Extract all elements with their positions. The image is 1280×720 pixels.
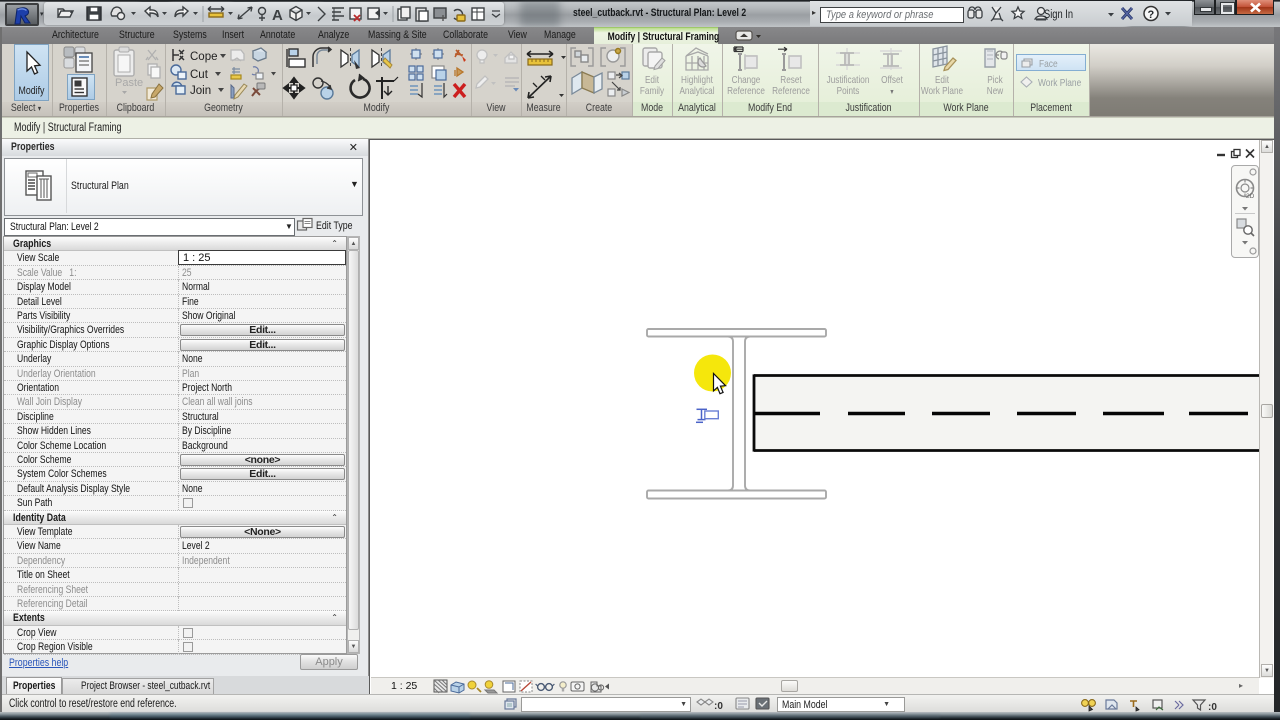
svg-text::0: :0 <box>714 701 723 712</box>
svg-text:Paste: Paste <box>115 77 143 89</box>
svg-text:2D: 2D <box>1246 193 1255 200</box>
svg-text:Cut: Cut <box>190 69 209 81</box>
svg-text:Sign In: Sign In <box>1044 9 1073 21</box>
svg-text:?: ? <box>1148 9 1155 21</box>
svg-text:Cope: Cope <box>190 51 218 63</box>
svg-text:Join: Join <box>190 85 211 97</box>
svg-text:A: A <box>272 7 283 24</box>
